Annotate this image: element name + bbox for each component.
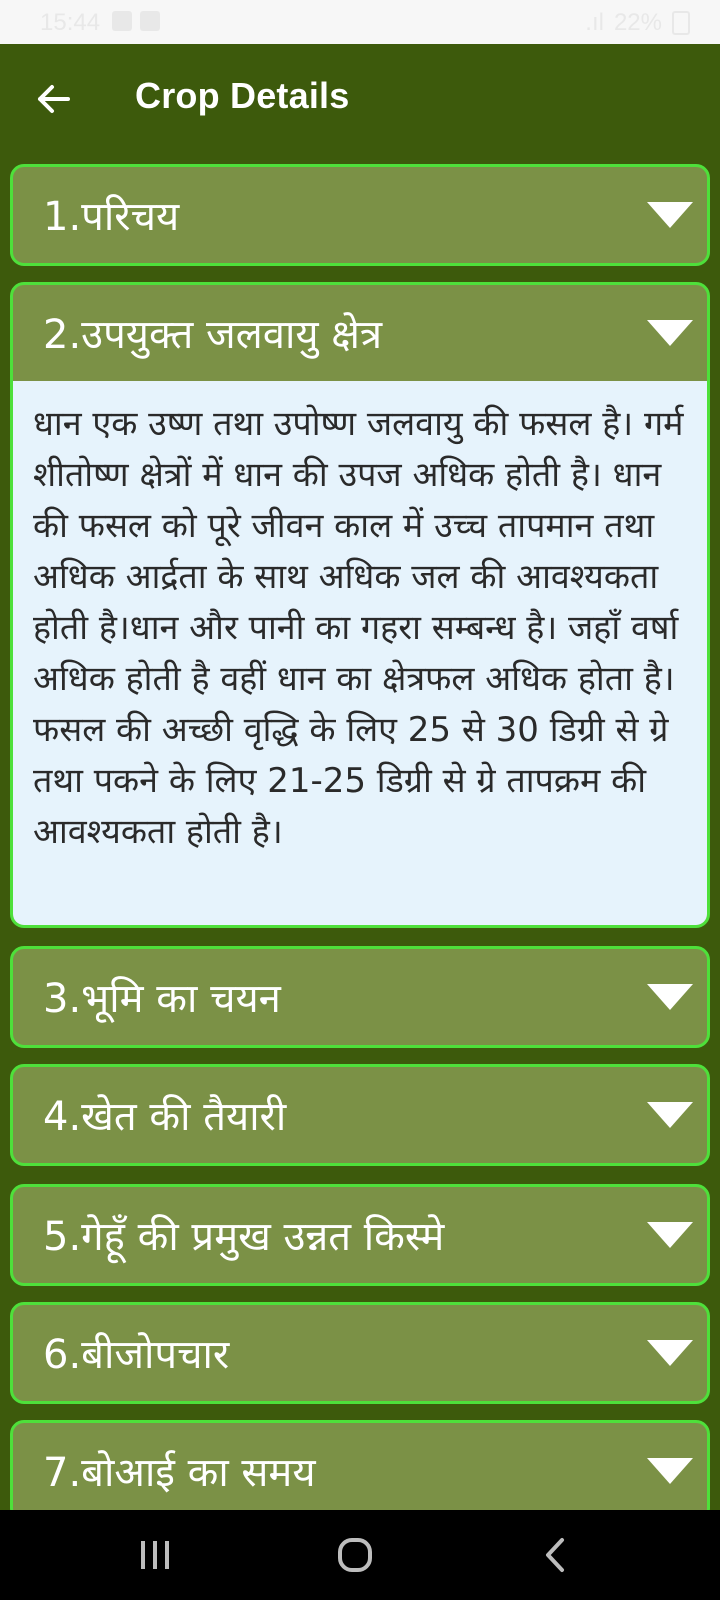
back-button[interactable] xyxy=(28,74,78,124)
section-title: 1.परिचय xyxy=(43,194,180,240)
chevron-down-icon xyxy=(647,202,693,228)
chevron-down-icon xyxy=(647,1340,693,1366)
section-land-selection[interactable]: 3.भूमि का चयन xyxy=(10,946,710,1048)
section-header[interactable]: 4.खेत की तैयारी xyxy=(13,1067,707,1163)
page-title: Crop Details xyxy=(135,75,350,116)
battery-icon xyxy=(672,11,690,35)
chevron-down-icon xyxy=(647,984,693,1010)
section-title: 5.गेहूँ की प्रमुख उन्नत किस्मे xyxy=(43,1214,445,1260)
section-title: 2.उपयुक्त जलवायु क्षेत्र xyxy=(43,312,383,358)
section-seed-treatment[interactable]: 6.बीजोपचार xyxy=(10,1302,710,1404)
section-header[interactable]: 6.बीजोपचार xyxy=(13,1305,707,1401)
section-header[interactable]: 3.भूमि का चयन xyxy=(13,949,707,1045)
status-time: 15:44 xyxy=(40,9,101,36)
section-title: 4.खेत की तैयारी xyxy=(43,1094,287,1140)
nav-back-icon xyxy=(546,1538,564,1572)
chevron-down-icon xyxy=(647,1222,693,1248)
crop-details-list[interactable]: 1.परिचय 2.उपयुक्त जलवायु क्षेत्र धान एक … xyxy=(0,156,720,1510)
section-title: 6.बीजोपचार xyxy=(43,1332,230,1378)
home-icon xyxy=(338,1538,372,1572)
section-header[interactable]: 5.गेहूँ की प्रमुख उन्नत किस्मे xyxy=(13,1187,707,1283)
section-header[interactable]: 7.बोआई का समय xyxy=(13,1423,707,1510)
section-title: 3.भूमि का चयन xyxy=(43,976,281,1022)
section-climate[interactable]: 2.उपयुक्त जलवायु क्षेत्र धान एक उष्ण तथा… xyxy=(10,282,710,928)
notification-icons xyxy=(112,11,160,31)
chevron-down-icon xyxy=(647,1102,693,1128)
section-header[interactable]: 2.उपयुक्त जलवायु क्षेत्र xyxy=(13,285,707,381)
battery-percent: 22% xyxy=(613,9,662,36)
recents-icon xyxy=(141,1541,169,1569)
app-notification-icon xyxy=(140,11,160,31)
home-button[interactable] xyxy=(330,1530,380,1580)
chevron-down-icon xyxy=(647,1458,693,1484)
section-varieties[interactable]: 5.गेहूँ की प्रमुख उन्नत किस्मे xyxy=(10,1184,710,1286)
chevron-down-icon xyxy=(647,320,693,346)
status-bar: 15:44 .ıl 22% xyxy=(0,0,720,44)
nav-back-button[interactable] xyxy=(530,1530,580,1580)
app-bar: Crop Details xyxy=(0,44,720,156)
section-title: 7.बोआई का समय xyxy=(43,1450,316,1496)
system-nav-bar xyxy=(0,1510,720,1600)
section-body-text: धान एक उष्ण तथा उपोष्ण जलवायु की फसल है।… xyxy=(13,381,707,925)
arrow-left-icon xyxy=(38,85,70,113)
status-right: .ıl 22% xyxy=(585,9,690,37)
signal-icon: .ıl xyxy=(585,9,604,36)
section-field-preparation[interactable]: 4.खेत की तैयारी xyxy=(10,1064,710,1166)
recents-button[interactable] xyxy=(130,1530,180,1580)
image-notification-icon xyxy=(112,11,132,31)
section-header[interactable]: 1.परिचय xyxy=(13,167,707,263)
section-introduction[interactable]: 1.परिचय xyxy=(10,164,710,266)
section-sowing-time[interactable]: 7.बोआई का समय xyxy=(10,1420,710,1510)
